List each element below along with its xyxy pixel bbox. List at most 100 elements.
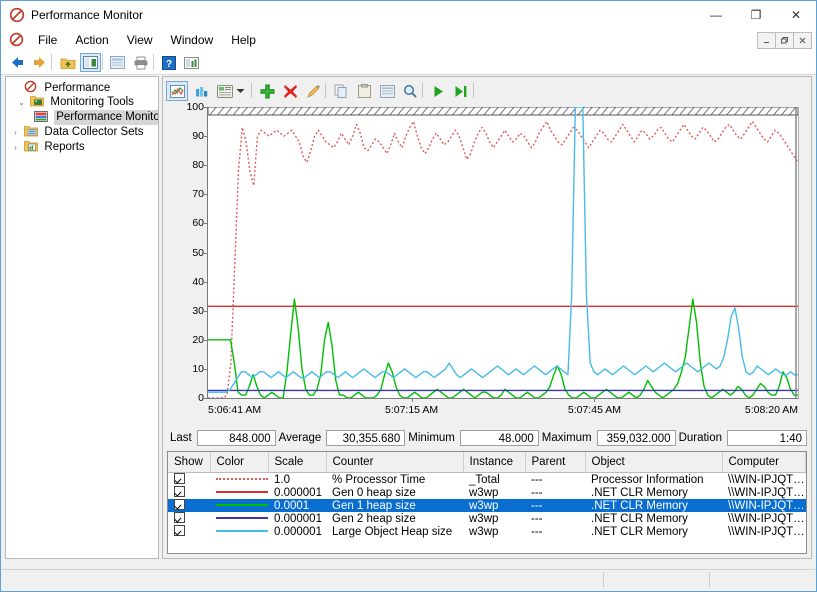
counter-parent: --- (525, 499, 585, 512)
delete-counter-icon[interactable] (279, 81, 301, 101)
chart-series-large-object-heap-size (208, 107, 798, 393)
graph-panel: 0 10 20 30 40 50 60 70 80 90 100 5:06:41 AM 5:07:15… (162, 76, 812, 559)
freeze-display-icon[interactable] (427, 81, 449, 101)
counter-column-header-counter[interactable]: Counter (326, 452, 464, 473)
chart-ceiling-band (208, 107, 798, 116)
view-report-icon[interactable] (214, 81, 236, 101)
stat-value-maximum: 359,032.000 (596, 430, 676, 446)
mdi-minimize-button[interactable] (757, 32, 776, 49)
tree-node-performance-monitor[interactable]: Performance Monitor (6, 110, 158, 125)
minimize-button[interactable]: — (696, 1, 736, 29)
counter-scale: 0.000001 (274, 525, 322, 538)
color-swatch (210, 473, 268, 487)
chevron-down-icon[interactable]: ⌄ (16, 95, 27, 110)
copy-properties-icon[interactable] (330, 81, 352, 101)
close-button[interactable]: ✕ (776, 1, 816, 29)
tree-node-data-collector-sets[interactable]: › Data Collector Sets (6, 125, 158, 140)
show-checkbox[interactable] (168, 512, 210, 525)
properties-icon[interactable] (181, 53, 202, 72)
counter-column-header-color[interactable]: Color (210, 452, 269, 473)
toolbar-separator (422, 83, 423, 98)
up-folder-icon[interactable] (57, 53, 78, 72)
show-checkbox[interactable] (168, 499, 210, 512)
menu-file[interactable]: File (29, 31, 66, 49)
forward-icon[interactable] (29, 53, 50, 72)
paste-counter-list-icon[interactable] (353, 81, 375, 101)
menu-action[interactable]: Action (66, 31, 117, 49)
menu-window[interactable]: Window (162, 31, 223, 49)
properties-icon[interactable] (376, 81, 398, 101)
tree-node-performance[interactable]: Performance (6, 80, 158, 95)
counter-computer: \\WIN-IPJQT4IC3RI (728, 473, 806, 486)
view-histogram-icon[interactable] (190, 81, 212, 101)
table-row[interactable]: 0.000001 Large Object Heap size w3wp --- .NE… (168, 525, 806, 538)
status-divider (709, 572, 711, 588)
add-counter-icon[interactable] (256, 81, 278, 101)
counter-parent: --- (531, 486, 543, 499)
status-bar (2, 569, 815, 590)
table-row[interactable]: 0.000001 Gen 2 heap size w3wp --- .NET CLR M… (168, 512, 806, 525)
export-list-icon[interactable] (107, 53, 128, 72)
table-row[interactable]: 1.0 % Processor Time _Total --- Processor In… (168, 473, 806, 487)
folder-reports-icon (24, 140, 39, 152)
console-tree[interactable]: Performance ⌄ Monitoring Tools Performan… (5, 76, 159, 559)
maximize-button[interactable]: ❐ (736, 1, 776, 29)
counter-column-header-scale[interactable]: Scale (268, 452, 327, 473)
y-axis-tick-mark (204, 398, 208, 399)
menu-help[interactable]: Help (222, 31, 265, 49)
counter-column-header-computer[interactable]: Computer (722, 452, 806, 473)
show-checkbox[interactable] (168, 473, 210, 487)
toolbar-separator (102, 54, 103, 70)
table-row[interactable]: 0.0001 Gen 1 heap size w3wp --- .NET CLR Mem… (168, 499, 806, 512)
counter-column-header-show[interactable]: Show (168, 452, 211, 473)
back-icon[interactable] (6, 53, 27, 72)
counter-column-header-object[interactable]: Object (585, 452, 723, 473)
print-icon[interactable] (130, 53, 151, 72)
counter-table-header-row: Show Color Scale Counter Instance Parent Objec… (168, 452, 806, 473)
performance-monitor-window: Performance Monitor — ❐ ✕ File Action Vi… (0, 0, 817, 592)
counter-instance: w3wp (469, 525, 499, 538)
counter-parent: --- (531, 525, 543, 538)
app-icon (9, 7, 25, 23)
x-axis-tick-label: 5:07:45 AM (567, 404, 621, 416)
counter-computer: \\WIN-IPJQT4IC3RI (728, 525, 806, 538)
highlight-icon[interactable] (302, 81, 324, 101)
mdi-close-button[interactable] (793, 32, 812, 49)
view-chart-icon[interactable] (166, 81, 188, 101)
y-axis-tick-label: 70 (192, 188, 204, 201)
window-title: Performance Monitor (31, 8, 144, 22)
y-axis-tick-label: 100 (186, 101, 204, 113)
statistics-bar: Last 848.000 Average 30,355.680 Minimum … (167, 429, 808, 447)
zoom-icon[interactable] (399, 81, 421, 101)
perfmon-icon (34, 111, 48, 123)
table-row[interactable]: 0.000001 Gen 0 heap size w3wp --- .NET CLR M… (168, 486, 806, 499)
show-console-tree-icon[interactable] (80, 53, 101, 72)
toolbar-separator (251, 83, 252, 98)
chevron-right-icon[interactable]: › (10, 125, 21, 140)
counter-scale: 0.000001 (274, 486, 322, 499)
tree-node-monitoring-tools[interactable]: ⌄ Monitoring Tools (6, 95, 158, 110)
counter-computer: \\WIN-IPJQT4IC3RI (728, 486, 806, 499)
chevron-down-icon[interactable] (234, 81, 247, 101)
counter-computer: \\WIN-IPJQT4IC3RI (728, 512, 806, 525)
help-icon[interactable]: ? (158, 53, 179, 72)
mdi-window-controls (757, 32, 812, 49)
update-data-icon[interactable] (450, 81, 472, 101)
tree-node-reports[interactable]: › Reports (6, 140, 158, 155)
counter-instance: _Total (469, 473, 500, 486)
chart-plot-area[interactable]: 0 10 20 30 40 50 60 70 80 90 100 5:06:41 AM 5:07:15… (186, 101, 799, 416)
toolbar-separator (153, 54, 154, 70)
show-checkbox[interactable] (168, 486, 210, 499)
counter-name: Large Object Heap size (332, 525, 453, 538)
counter-column-header-parent[interactable]: Parent (525, 452, 586, 473)
show-checkbox[interactable] (168, 525, 210, 538)
chart-series-layer (208, 107, 798, 398)
counter-table-body: 1.0 % Processor Time _Total --- Processor In… (168, 473, 806, 539)
menu-view[interactable]: View (118, 31, 162, 49)
chevron-right-icon[interactable]: › (10, 140, 21, 155)
mdi-restore-button[interactable] (775, 32, 794, 49)
counter-list[interactable]: Show Color Scale Counter Instance Parent Objec… (167, 451, 807, 554)
counter-object: .NET CLR Memory (591, 525, 688, 538)
counter-column-header-instance[interactable]: Instance (463, 452, 526, 473)
stat-value-minimum: 48.000 (459, 430, 539, 446)
